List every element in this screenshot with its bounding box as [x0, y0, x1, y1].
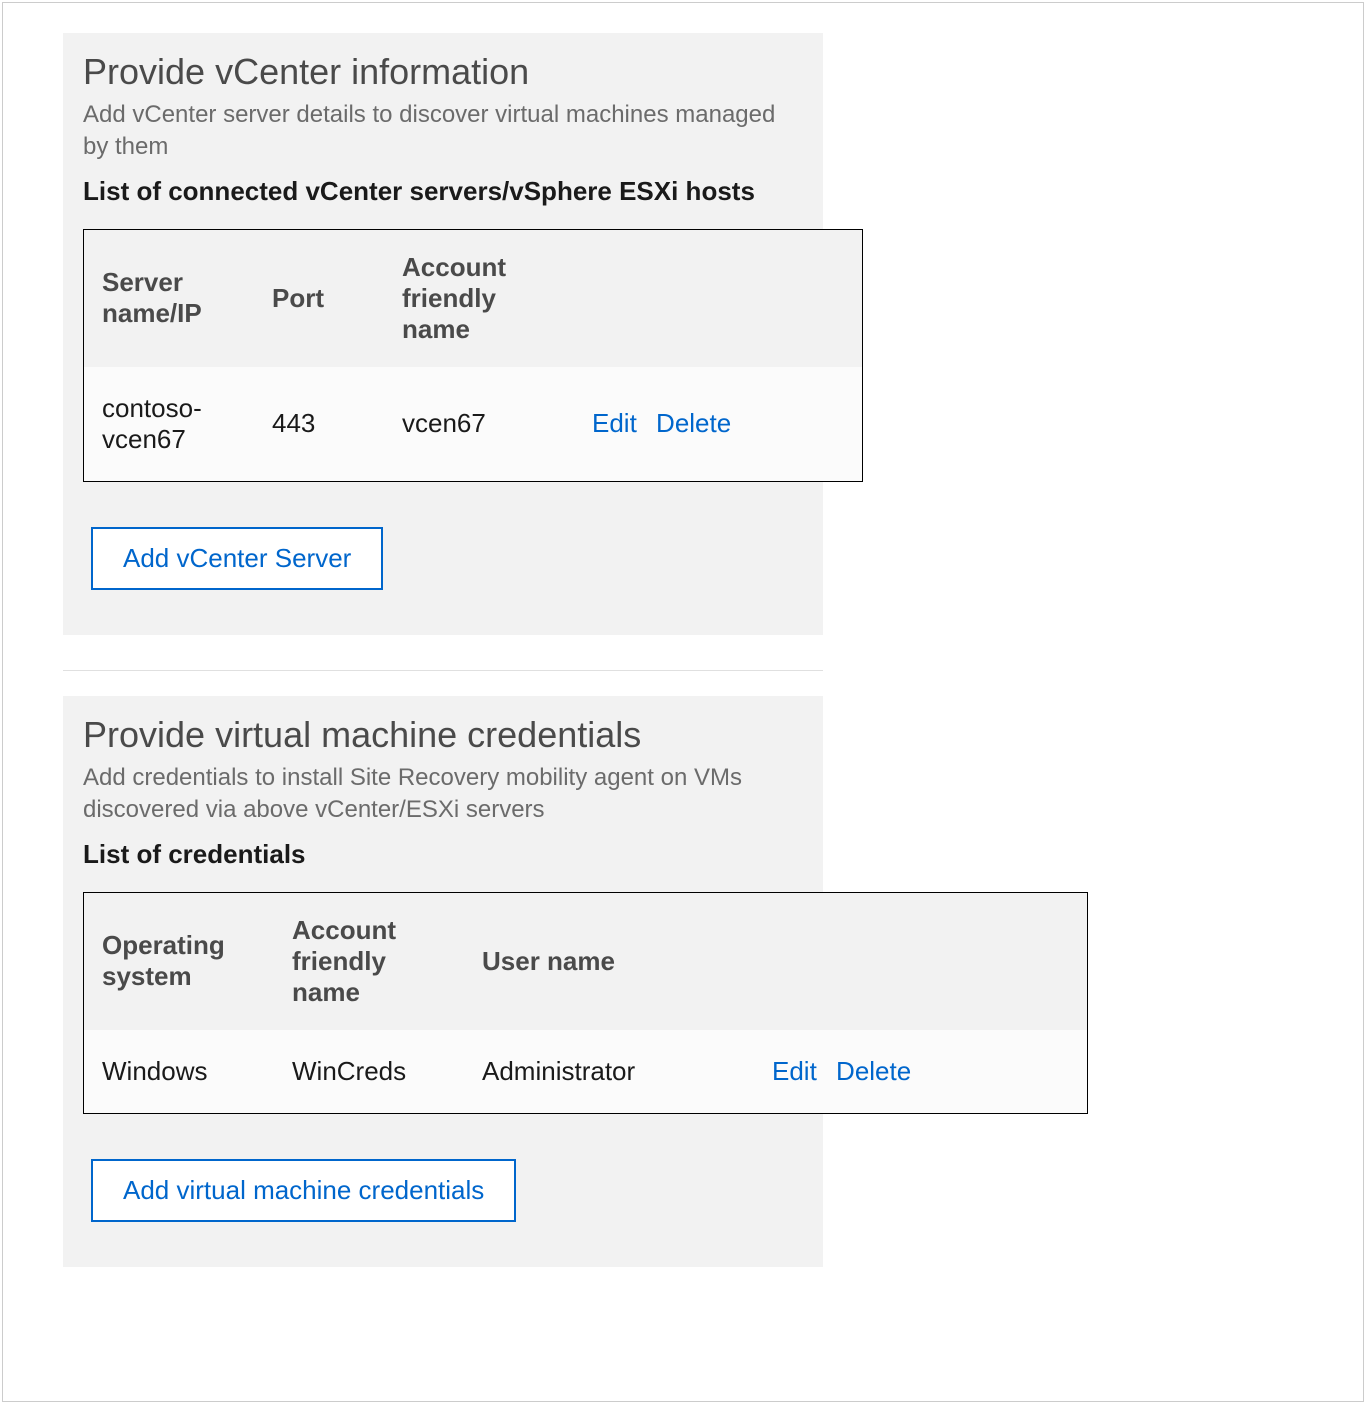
vcenter-subtitle: Add vCenter server details to discover v… [83, 99, 803, 164]
vcenter-title: Provide vCenter information [83, 51, 803, 93]
table-row: Windows WinCreds Administrator Edit Dele… [84, 1030, 1087, 1113]
credentials-col-user: User name [464, 893, 754, 1030]
credentials-col-os: Operating system [84, 893, 274, 1030]
vcenter-col-actions [574, 230, 862, 367]
add-credentials-button[interactable]: Add virtual machine credentials [91, 1159, 516, 1222]
vcenter-cell-actions: Edit Delete [574, 367, 862, 481]
vcenter-section: Provide vCenter information Add vCenter … [63, 33, 823, 635]
edit-link[interactable]: Edit [592, 408, 637, 439]
delete-link[interactable]: Delete [656, 408, 731, 439]
table-row: contoso-vcen67 443 vcen67 Edit Delete [84, 367, 862, 481]
vcenter-col-port: Port [254, 230, 384, 367]
add-vcenter-button[interactable]: Add vCenter Server [91, 527, 383, 590]
credentials-cell-actions: Edit Delete [754, 1030, 1087, 1113]
credentials-table: Operating system Account friendly name U… [83, 892, 1088, 1114]
credentials-subtitle: Add credentials to install Site Recovery… [83, 762, 803, 827]
vcenter-cell-port: 443 [254, 367, 384, 481]
vcenter-cell-account: vcen67 [384, 367, 574, 481]
credentials-col-account: Account friendly name [274, 893, 464, 1030]
credentials-cell-account: WinCreds [274, 1030, 464, 1113]
vcenter-list-label: List of connected vCenter servers/vSpher… [83, 174, 803, 209]
edit-link[interactable]: Edit [772, 1056, 817, 1087]
credentials-section: Provide virtual machine credentials Add … [63, 696, 823, 1267]
vcenter-col-account: Account friendly name [384, 230, 574, 367]
credentials-col-actions [754, 893, 1087, 1030]
vcenter-cell-server: contoso-vcen67 [84, 367, 254, 481]
credentials-title: Provide virtual machine credentials [83, 714, 803, 756]
vcenter-table: Server name/IP Port Account friendly nam… [83, 229, 863, 482]
divider [63, 670, 823, 671]
vcenter-col-server: Server name/IP [84, 230, 254, 367]
credentials-cell-os: Windows [84, 1030, 274, 1113]
page-frame: Provide vCenter information Add vCenter … [2, 2, 1364, 1402]
credentials-list-label: List of credentials [83, 837, 803, 872]
delete-link[interactable]: Delete [836, 1056, 911, 1087]
credentials-cell-user: Administrator [464, 1030, 754, 1113]
